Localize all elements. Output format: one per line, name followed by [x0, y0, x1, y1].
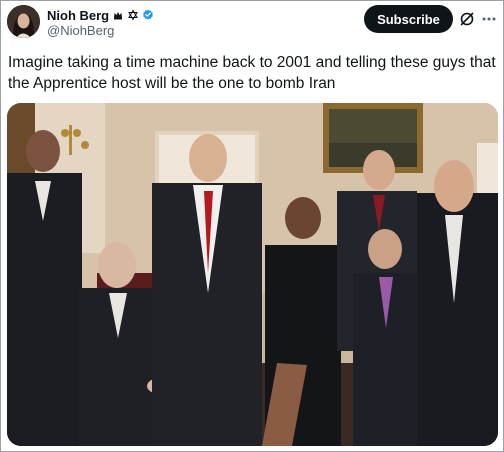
author-handle[interactable]: @NiohBerg — [47, 23, 114, 38]
tweet-card: Nioh Berg @NiohBerg Subscribe Imagine ta… — [0, 0, 504, 452]
star-of-david-icon — [128, 9, 138, 21]
author-name-row: Nioh Berg — [47, 7, 154, 23]
avatar[interactable] — [7, 5, 40, 38]
display-name[interactable]: Nioh Berg — [47, 8, 109, 23]
grok-icon[interactable] — [459, 11, 475, 27]
more-icon[interactable] — [481, 11, 497, 27]
verified-badge-icon[interactable] — [142, 9, 154, 21]
subscribe-button[interactable]: Subscribe — [364, 5, 453, 33]
tweet-text: Imagine taking a time machine back to 20… — [8, 54, 496, 92]
tweet-photo[interactable] — [7, 103, 498, 446]
crown-icon — [114, 12, 123, 20]
